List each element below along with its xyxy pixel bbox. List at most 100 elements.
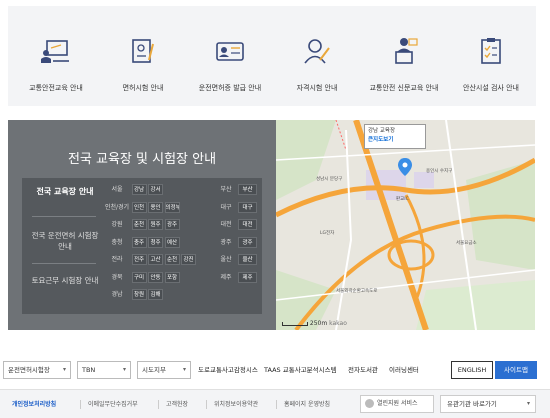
region-row: 경북 구미 안동 포항 제주 제주	[104, 271, 258, 284]
category-saturday-centers[interactable]: 토요근무 시험장 안내	[30, 275, 100, 286]
category-license-test-centers[interactable]: 전국 운전면허 시험장 안내	[30, 230, 100, 252]
branch-select[interactable]: 시도지부 ▾	[137, 361, 191, 379]
chevron-down-icon: ▾	[62, 366, 66, 373]
region-heading: 대전	[220, 221, 232, 228]
region-link[interactable]: 춘천	[131, 219, 147, 230]
region-link[interactable]: 충주	[131, 236, 147, 248]
region-link[interactable]: 용인	[148, 201, 163, 213]
region-heading: 대구	[220, 203, 232, 211]
region-link[interactable]: 대구	[238, 201, 257, 213]
rss-icon	[365, 399, 374, 408]
service-license-issue[interactable]: 운전면허증 발급 안내	[188, 6, 272, 106]
related-sites-value: 유관기관 바로가기	[447, 400, 497, 408]
map-label: 서울요금소	[456, 241, 477, 246]
open-support-button[interactable]: 열린지원 서비스	[360, 395, 434, 413]
panel-title: 전국 교육장 및 시험장 안내	[67, 152, 217, 167]
accident-analysis-link[interactable]: 도로교통사고감정시스	[198, 361, 258, 379]
english-button[interactable]: ENGLISH	[451, 361, 493, 379]
service-label: 면허시험 안내	[122, 84, 164, 92]
region-link[interactable]: 청주	[148, 236, 163, 248]
category-divider	[32, 216, 96, 217]
map-brand: kakao	[329, 320, 347, 327]
region-link[interactable]: 김해	[148, 289, 163, 300]
lecturer-podium-icon	[395, 38, 418, 64]
centers-panel: 전국 교육장 및 시험장 안내 전국 교육장 안내 전국 운전면허 시험장 안내…	[8, 120, 276, 330]
service-label: 교통안전 신문교육 안내	[369, 84, 439, 92]
region-row: 충청 충주 청주 예산 광주 광주	[104, 236, 258, 249]
privacy-policy-link[interactable]: 개인정보처리방침	[12, 399, 56, 408]
chevron-down-icon: ▾	[122, 366, 126, 373]
region-link[interactable]: 강진	[181, 254, 196, 265]
map-label: 용인시 수지구	[426, 169, 453, 174]
region-grid: 서울 강남 강서 부산 부산 인천/경기 인천 용인 의정부 대구 대구 강원 춘천 원주 광주 대전 대전 충청…	[104, 184, 258, 308]
checklist-icon	[481, 38, 501, 64]
region-link[interactable]: 인천	[131, 201, 147, 213]
site-policy-link[interactable]: 홈페이지 운영방침	[284, 399, 330, 408]
service-traffic-education[interactable]: 교통안전교육 안내	[14, 6, 98, 106]
region-link[interactable]: 대전	[238, 219, 257, 230]
chevron-down-icon: ▾	[526, 400, 530, 407]
region-heading: 경북	[111, 273, 123, 281]
location-map[interactable]: 용인시 수지구 성남시 분당구 서울외곽순환고속도로 판교IC LG전자 서울요…	[276, 120, 535, 330]
taas-link[interactable]: TAAS 교통사고분석시스템	[264, 361, 337, 379]
region-heading: 울산	[220, 256, 232, 263]
service-label: 자격시험 안내	[296, 84, 338, 92]
region-heading: 인천/경기	[104, 203, 130, 211]
map-large-view-link[interactable]: 큰지도보기	[368, 136, 422, 145]
email-refusal-link[interactable]: 이메일무단수집거부	[88, 399, 138, 408]
chevron-down-icon: ▾	[182, 366, 186, 373]
region-heading: 경남	[111, 291, 123, 298]
service-new-education[interactable]: 교통안전 신문교육 안내	[362, 6, 446, 106]
service-qualification-exam[interactable]: 자격시험 안내	[275, 6, 359, 106]
region-link[interactable]: 의정부	[164, 201, 180, 213]
region-link[interactable]: 창원	[131, 289, 147, 300]
bottom-bar: 개인정보처리방침 이메일무단수집거부 고객헌장 위치정보이용약관 홈페이지 운영…	[0, 389, 550, 418]
map-scale: 250m kakao	[282, 320, 347, 327]
service-safety-inspection[interactable]: 안산시설 검사 안내	[449, 6, 533, 106]
region-link[interactable]: 구미	[131, 271, 147, 283]
region-link[interactable]: 울산	[238, 254, 257, 265]
test-center-select-value: 운전면허시험장	[8, 366, 50, 374]
tbn-select[interactable]: TBN ▾	[77, 361, 131, 379]
map-tooltip-title: 강남 교육장	[368, 128, 396, 134]
document-pen-icon	[132, 39, 154, 63]
region-link[interactable]: 강서	[148, 184, 163, 195]
test-center-select[interactable]: 운전면허시험장 ▾	[3, 361, 71, 379]
region-link[interactable]: 광주	[164, 219, 180, 230]
service-license-exam[interactable]: 면허시험 안내	[101, 6, 185, 106]
region-heading: 충청	[111, 238, 123, 246]
elearning-link[interactable]: 이러닝센터	[389, 361, 419, 379]
region-link[interactable]: 전주	[131, 254, 147, 265]
customer-charter-link[interactable]: 고객헌장	[166, 399, 188, 408]
e-library-link[interactable]: 전자도서관	[348, 361, 378, 379]
footer-links: 운전면허시험장 ▾ TBN ▾ 시도지부 ▾ 도로교통사고감정시스 TAAS 교통사고…	[0, 360, 550, 382]
region-link[interactable]: 광주	[238, 236, 257, 248]
region-heading: 광주	[220, 238, 232, 246]
service-label: 운전면허증 발급 안내	[198, 84, 262, 92]
region-row: 강원 춘천 원주 광주 대전 대전	[104, 219, 258, 231]
person-pen-icon	[304, 39, 330, 64]
region-link[interactable]: 부산	[238, 184, 257, 195]
open-support-label: 열린지원 서비스	[377, 400, 418, 407]
map-label: LG전자	[320, 231, 335, 236]
region-link[interactable]: 원주	[148, 219, 163, 230]
region-heading: 부산	[220, 186, 232, 193]
divider	[206, 400, 207, 409]
region-heading: 전라	[111, 256, 123, 263]
region-link[interactable]: 강남	[131, 184, 147, 195]
location-terms-link[interactable]: 위치정보이용약관	[214, 399, 258, 408]
region-heading: 서울	[111, 186, 123, 193]
region-link[interactable]: 순천	[164, 254, 180, 265]
region-row: 인천/경기 인천 용인 의정부 대구 대구	[104, 201, 258, 214]
sitemap-button[interactable]: 사이트맵	[495, 361, 537, 379]
region-link[interactable]: 예산	[164, 236, 180, 248]
region-link[interactable]: 제주	[238, 271, 257, 283]
region-link[interactable]: 고산	[148, 254, 163, 265]
tbn-select-value: TBN	[82, 366, 96, 374]
map-label: 서울외곽순환고속도로	[336, 289, 378, 294]
region-link[interactable]: 안동	[148, 271, 163, 283]
related-sites-select[interactable]: 유관기관 바로가기 ▾	[440, 395, 536, 413]
region-link[interactable]: 포항	[164, 271, 180, 283]
region-row: 서울 강남 강서 부산 부산	[104, 184, 258, 196]
category-education-centers[interactable]: 전국 교육장 안내	[30, 186, 100, 197]
